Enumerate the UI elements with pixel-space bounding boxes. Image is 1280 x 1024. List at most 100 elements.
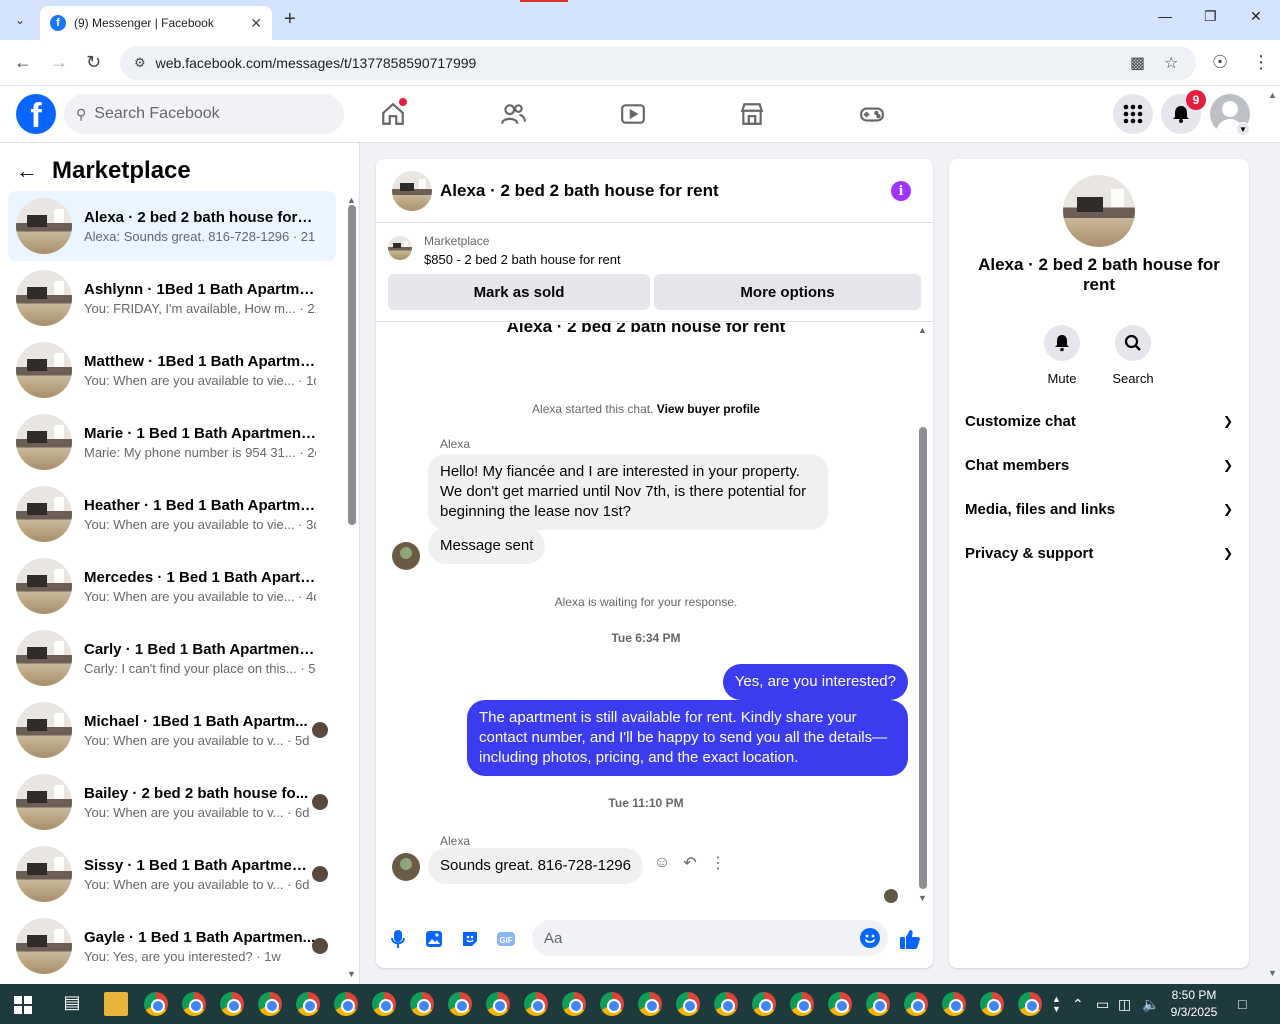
chrome-taskbar-icon[interactable] (448, 992, 472, 1016)
conversation-item[interactable]: Sissy · 1 Bed 1 Bath Apartment... You: Wh… (8, 839, 336, 909)
chrome-taskbar-icon[interactable] (410, 992, 434, 1016)
listing-thumbnail[interactable] (392, 170, 432, 211)
chat-title[interactable]: Alexa · 2 bed 2 bath house for rent (440, 181, 719, 201)
chat-members-section[interactable]: Chat members ❯ (965, 453, 1233, 477)
network-icon[interactable]: ◫ (1118, 984, 1131, 1024)
incoming-message[interactable]: Hello! My fiancée and I are interested i… (428, 454, 828, 530)
chrome-taskbar-icon[interactable] (258, 992, 282, 1016)
listing-avatar[interactable] (1063, 175, 1135, 247)
chrome-taskbar-icon[interactable] (676, 992, 700, 1016)
conversation-item[interactable]: Marie · 1 Bed 1 Bath Apartment/... Marie:… (8, 407, 336, 477)
chrome-taskbar-icon[interactable] (600, 992, 624, 1016)
incoming-message[interactable]: Sounds great. 816-728-1296 (428, 848, 643, 884)
minimize-button[interactable]: — (1158, 8, 1172, 24)
chat-scroll-down[interactable]: ▼ (918, 893, 927, 903)
like-thumbs-up-icon[interactable] (899, 928, 921, 950)
chrome-taskbar-icon[interactable] (942, 992, 966, 1016)
site-info-icon[interactable]: ⚙ (134, 55, 146, 71)
task-view-icon[interactable]: ▤ (60, 992, 84, 1016)
reply-icon[interactable]: ↶ (676, 853, 704, 873)
more-vertical-icon[interactable]: ⋮ (704, 853, 732, 873)
chrome-taskbar-icon[interactable] (980, 992, 1004, 1016)
profile-icon[interactable]: ☉ (1212, 52, 1228, 73)
sticker-icon[interactable] (459, 928, 481, 950)
facebook-logo-icon[interactable]: f (16, 94, 56, 134)
chrome-taskbar-icon[interactable] (752, 992, 776, 1016)
chrome-taskbar-icon[interactable] (220, 992, 244, 1016)
marketplace-icon[interactable] (732, 94, 772, 134)
sidebar-scrollbar[interactable] (348, 205, 356, 525)
search-in-chat-button[interactable]: Search (1103, 325, 1163, 386)
forward-icon[interactable]: → (50, 52, 68, 73)
gaming-icon[interactable] (852, 94, 892, 134)
windows-start-icon[interactable] (14, 996, 32, 1014)
conversation-item[interactable]: Gayle · 1 Bed 1 Bath Apartmen... You: Yes… (8, 911, 336, 981)
chrome-taskbar-icon[interactable] (714, 992, 738, 1016)
chrome-taskbar-icon[interactable] (182, 992, 206, 1016)
bookmark-star-icon[interactable]: ☆ (1164, 46, 1178, 80)
reload-icon[interactable]: ↻ (86, 52, 101, 73)
tab-search-chevron-icon[interactable]: ⌄ (8, 8, 32, 32)
conversation-item[interactable]: Bailey · 2 bed 2 bath house fo... You: Wh… (8, 767, 336, 837)
chrome-taskbar-icon[interactable] (144, 992, 168, 1016)
chrome-taskbar-icon[interactable] (904, 992, 928, 1016)
friends-icon[interactable] (493, 94, 533, 134)
conversation-item[interactable]: Mercedes · 1 Bed 1 Bath Apartm... You: Wh… (8, 551, 336, 621)
emoji-icon[interactable] (860, 928, 880, 948)
chrome-taskbar-icon[interactable] (524, 992, 548, 1016)
chrome-taskbar-icon[interactable] (334, 992, 358, 1016)
page-scroll-down-arrow[interactable]: ▼ (1268, 968, 1277, 978)
sidebar-scroll-down[interactable]: ▼ (347, 969, 356, 979)
conversation-item[interactable]: Michael · 1Bed 1 Bath Apartm... You: When… (8, 695, 336, 765)
conversation-item[interactable]: Matthew · 1Bed 1 Bath Apartme... You: Whe… (8, 335, 336, 405)
alexa-avatar[interactable] (392, 542, 420, 570)
gif-icon[interactable]: GIF (495, 928, 517, 950)
notifications-center-icon[interactable]: □ (1238, 984, 1246, 1024)
microphone-icon[interactable] (387, 928, 409, 950)
chrome-taskbar-icon[interactable] (638, 992, 662, 1016)
conversation-item[interactable]: Ashlynn · 1Bed 1 Bath Apartmen... You: FR… (8, 263, 336, 333)
outgoing-message[interactable]: Yes, are you interested? (722, 664, 908, 700)
chat-scrollbar[interactable] (919, 427, 927, 889)
conversation-item[interactable]: Heather · 1 Bed 1 Bath Apartmen... You: W… (8, 479, 336, 549)
restore-button[interactable]: ❐ (1204, 8, 1217, 25)
url-field[interactable]: ⚙ web.facebook.com/messages/t/1377858590… (120, 46, 1196, 80)
menu-kebab-icon[interactable]: ⋮ (1252, 52, 1270, 73)
chrome-taskbar-icon[interactable] (828, 992, 852, 1016)
chrome-taskbar-icon[interactable] (486, 992, 510, 1016)
back-icon[interactable]: ← (14, 52, 32, 73)
install-app-icon[interactable]: ▩ (1130, 46, 1145, 80)
outgoing-message[interactable]: The apartment is still available for ren… (467, 700, 908, 776)
facebook-search-input[interactable]: ⚲ Search Facebook (64, 94, 344, 134)
file-explorer-icon[interactable] (104, 992, 128, 1016)
customize-chat-section[interactable]: Customize chat ❯ (965, 409, 1233, 433)
browser-tab[interactable]: f (9) Messenger | Facebook ✕ (40, 6, 272, 40)
close-window-button[interactable]: ✕ (1250, 8, 1262, 25)
home-icon[interactable] (373, 94, 413, 134)
chrome-taskbar-icon[interactable] (866, 992, 890, 1016)
photo-icon[interactable] (423, 928, 445, 950)
conversation-item[interactable]: Carly · 1 Bed 1 Bath Apartment/c... Carly… (8, 623, 336, 693)
chrome-taskbar-icon[interactable] (790, 992, 814, 1016)
info-icon[interactable]: i (891, 181, 911, 201)
mark-as-sold-button[interactable]: Mark as sold (388, 274, 650, 310)
react-emoji-icon[interactable]: ☺ (648, 854, 676, 872)
privacy-support-section[interactable]: Privacy & support ❯ (965, 541, 1233, 565)
video-icon[interactable] (613, 94, 653, 134)
mute-button[interactable]: Mute (1032, 325, 1092, 386)
taskbar-scroll-arrows[interactable]: ▲ ▼ (1052, 984, 1061, 1024)
alexa-avatar[interactable] (392, 853, 420, 881)
more-options-button[interactable]: More options (654, 274, 921, 310)
show-hidden-icons-chevron-icon[interactable]: ⌃ (1072, 984, 1084, 1024)
chrome-taskbar-icon[interactable] (562, 992, 586, 1016)
close-tab-icon[interactable]: ✕ (250, 15, 262, 32)
view-buyer-profile-link[interactable]: View buyer profile (657, 402, 760, 416)
sidebar-scroll-up[interactable]: ▲ (347, 195, 356, 205)
media-files-links-section[interactable]: Media, files and links ❯ (965, 497, 1233, 521)
account-chevron-down-icon[interactable]: ▼ (1236, 122, 1250, 136)
page-scroll-up-arrow[interactable]: ▲ (1268, 90, 1277, 100)
message-input[interactable]: Aa (532, 920, 888, 956)
incoming-message[interactable]: Message sent (428, 528, 546, 564)
new-tab-button[interactable]: + (284, 8, 296, 31)
volume-icon[interactable]: 🔈 (1142, 984, 1159, 1024)
